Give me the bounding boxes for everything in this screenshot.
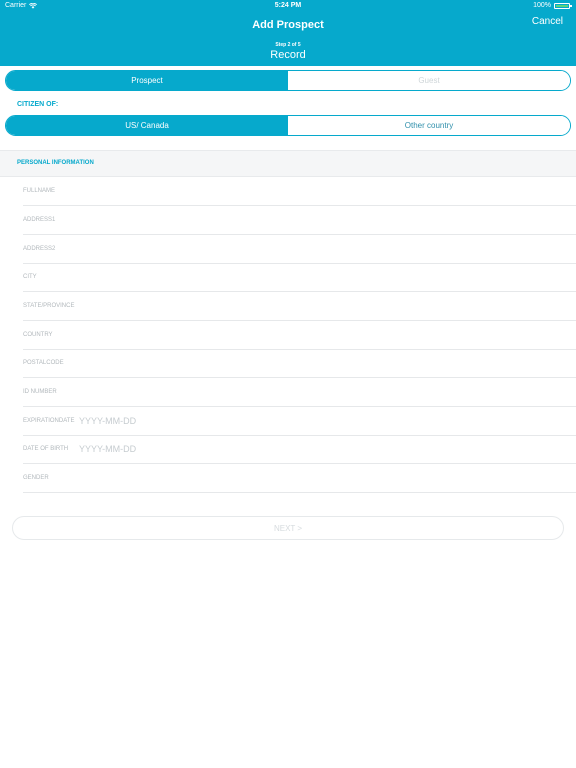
section-title: PERSONAL INFORMATION xyxy=(17,160,94,166)
field-label: GENDER xyxy=(23,475,49,481)
field-city[interactable]: CITY xyxy=(0,264,576,292)
field-fullname[interactable]: FULLNAME xyxy=(0,178,576,206)
field-label: COUNTRY xyxy=(23,332,53,338)
date-of-birth-placeholder: YYYY-MM-DD xyxy=(79,444,137,454)
battery-percent: 100% xyxy=(533,2,551,9)
citizen-label: CITIZEN OF: xyxy=(17,101,59,108)
citizen-selector: US/ Canada Other country xyxy=(5,115,571,136)
cancel-button[interactable]: Cancel xyxy=(532,16,563,27)
step-indicator: Step 2 of 5 xyxy=(275,42,301,48)
field-label: FULLNAME xyxy=(23,188,56,194)
section-header: PERSONAL INFORMATION xyxy=(0,150,576,177)
field-gender[interactable]: GENDER xyxy=(0,465,576,493)
field-label: ADDRESS2 xyxy=(23,246,56,252)
segment-prospect[interactable]: Prospect xyxy=(6,71,288,90)
field-label: ADDRESS1 xyxy=(23,217,56,223)
field-state-province[interactable]: STATE/PROVINCE xyxy=(0,293,576,321)
battery-icon xyxy=(554,2,572,9)
next-button[interactable]: NEXT > xyxy=(12,516,564,540)
field-label: STATE/PROVINCE xyxy=(23,303,75,309)
prospect-type-selector: Prospect Guest xyxy=(5,70,571,91)
field-label: DATE OF BIRTH xyxy=(23,446,69,452)
field-address1[interactable]: ADDRESS1 xyxy=(0,207,576,235)
field-label: ID NUMBER xyxy=(23,389,57,395)
field-label: EXPIRATIONDATE xyxy=(23,418,75,424)
field-postalcode[interactable]: POSTALCODE xyxy=(0,350,576,378)
status-battery-group: 100% xyxy=(533,2,572,9)
field-label: POSTALCODE xyxy=(23,360,64,366)
field-id-number[interactable]: ID NUMBER xyxy=(0,379,576,407)
field-expiration-date[interactable]: EXPIRATIONDATE YYYY-MM-DD xyxy=(0,408,576,436)
field-date-of-birth[interactable]: DATE OF BIRTH YYYY-MM-DD xyxy=(0,436,576,464)
segment-us-canada[interactable]: US/ Canada xyxy=(6,116,288,135)
header-bar: Carrier 5:24 PM 100% Add Prospect Cancel… xyxy=(0,0,576,66)
field-country[interactable]: COUNTRY xyxy=(0,322,576,350)
segment-guest[interactable]: Guest xyxy=(288,71,570,90)
status-bar: Carrier 5:24 PM 100% xyxy=(0,0,576,12)
page-title: Add Prospect xyxy=(252,19,324,31)
field-address2[interactable]: ADDRESS2 xyxy=(0,236,576,264)
step-name: Record xyxy=(270,49,306,61)
field-label: CITY xyxy=(23,274,37,280)
segment-other-country[interactable]: Other country xyxy=(288,116,570,135)
expiration-date-placeholder: YYYY-MM-DD xyxy=(79,416,137,426)
status-time: 5:24 PM xyxy=(274,2,302,9)
